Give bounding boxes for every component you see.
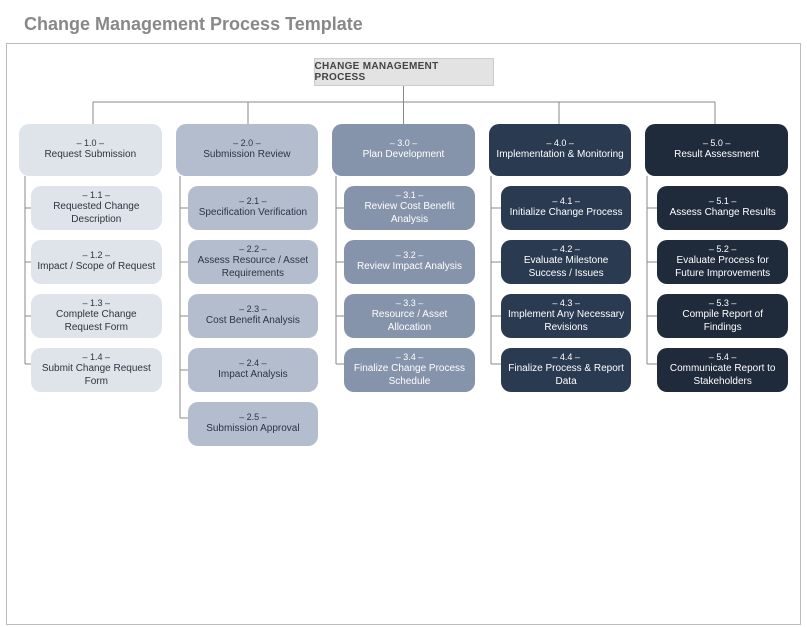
column-3: – 3.0 – Plan Development – 3.1 – Review … [332,124,475,446]
columns-container: – 1.0 – Request Submission – 1.1 – Reque… [19,124,788,446]
node-4-3: – 4.3 – Implement Any Necessary Revision… [501,294,632,338]
node-label: Initialize Change Process [510,207,623,220]
node-3-4: – 3.4 – Finalize Change Process Schedule [344,348,475,392]
node-label: Specification Verification [199,207,307,220]
node-number: – 5.3 – [709,298,737,309]
column-1: – 1.0 – Request Submission – 1.1 – Reque… [19,124,162,446]
node-number: – 2.4 – [239,358,267,369]
node-5-1: – 5.1 – Assess Change Results [657,186,788,230]
node-label: Evaluate Milestone Success / Issues [507,255,626,280]
node-2-2: – 2.2 – Assess Resource / Asset Requirem… [188,240,319,284]
node-number: – 3.2 – [396,250,424,261]
node-number: – 3.0 – [390,138,418,149]
node-number: – 2.3 – [239,304,267,315]
node-4-1: – 4.1 – Initialize Change Process [501,186,632,230]
node-label: Requested Change Description [37,201,156,226]
node-label: Finalize Process & Report Data [507,363,626,388]
node-3-3: – 3.3 – Resource / Asset Allocation [344,294,475,338]
node-number: – 2.1 – [239,196,267,207]
node-number: – 1.4 – [83,352,111,363]
column-header-1: – 1.0 – Request Submission [19,124,162,176]
node-label: Finalize Change Process Schedule [350,363,469,388]
node-number: – 2.2 – [239,244,267,255]
column-header-5: – 5.0 – Result Assessment [645,124,788,176]
node-label: Request Submission [44,149,136,162]
node-4-2: – 4.2 – Evaluate Milestone Success / Iss… [501,240,632,284]
node-label: Resource / Asset Allocation [350,309,469,334]
node-number: – 4.1 – [552,196,580,207]
node-1-1: – 1.1 – Requested Change Description [31,186,162,230]
root-node: CHANGE MANAGEMENT PROCESS [314,58,494,86]
node-label: Assess Resource / Asset Requirements [194,255,313,280]
node-number: – 5.2 – [709,244,737,255]
node-label: Review Impact Analysis [357,261,462,274]
node-number: – 3.3 – [396,298,424,309]
node-5-2: – 5.2 – Evaluate Process for Future Impr… [657,240,788,284]
node-5-3: – 5.3 – Compile Report of Findings [657,294,788,338]
node-3-2: – 3.2 – Review Impact Analysis [344,240,475,284]
node-label: Impact Analysis [218,369,287,382]
node-number: – 1.0 – [77,138,105,149]
node-label: Plan Development [363,149,445,162]
node-1-2: – 1.2 – Impact / Scope of Request [31,240,162,284]
node-2-3: – 2.3 – Cost Benefit Analysis [188,294,319,338]
node-number: – 5.0 – [703,138,731,149]
node-label: Impact / Scope of Request [37,261,155,274]
node-2-4: – 2.4 – Impact Analysis [188,348,319,392]
diagram-frame: CHANGE MANAGEMENT PROCESS [6,43,801,625]
node-1-4: – 1.4 – Submit Change Request Form [31,348,162,392]
node-number: – 1.3 – [83,298,111,309]
page-title: Change Management Process Template [24,14,805,35]
node-label: Implementation & Monitoring [496,149,623,162]
node-number: – 5.4 – [709,352,737,363]
node-2-1: – 2.1 – Specification Verification [188,186,319,230]
node-number: – 4.3 – [552,298,580,309]
node-label: Submission Review [203,149,290,162]
node-number: – 5.1 – [709,196,737,207]
node-4-4: – 4.4 – Finalize Process & Report Data [501,348,632,392]
node-label: Assess Change Results [670,207,776,220]
node-label: Evaluate Process for Future Improvements [663,255,782,280]
node-number: – 1.1 – [83,190,111,201]
node-2-5: – 2.5 – Submission Approval [188,402,319,446]
column-5: – 5.0 – Result Assessment – 5.1 – Assess… [645,124,788,446]
node-label: Cost Benefit Analysis [206,315,300,328]
column-header-4: – 4.0 – Implementation & Monitoring [489,124,632,176]
node-number: – 4.2 – [552,244,580,255]
node-label: Submission Approval [206,423,299,436]
node-number: – 2.0 – [233,138,261,149]
column-header-3: – 3.0 – Plan Development [332,124,475,176]
node-number: – 4.0 – [546,138,574,149]
node-3-1: – 3.1 – Review Cost Benefit Analysis [344,186,475,230]
node-5-4: – 5.4 – Communicate Report to Stakeholde… [657,348,788,392]
node-label: Compile Report of Findings [663,309,782,334]
node-number: – 4.4 – [552,352,580,363]
node-1-3: – 1.3 – Complete Change Request Form [31,294,162,338]
node-label: Communicate Report to Stakeholders [663,363,782,388]
node-label: Review Cost Benefit Analysis [350,201,469,226]
node-label: Result Assessment [674,149,759,162]
node-number: – 2.5 – [239,412,267,423]
node-number: – 3.1 – [396,190,424,201]
node-number: – 3.4 – [396,352,424,363]
node-label: Implement Any Necessary Revisions [507,309,626,334]
node-label: Submit Change Request Form [37,363,156,388]
column-4: – 4.0 – Implementation & Monitoring – 4.… [489,124,632,446]
column-2: – 2.0 – Submission Review – 2.1 – Specif… [176,124,319,446]
node-number: – 1.2 – [83,250,111,261]
column-header-2: – 2.0 – Submission Review [176,124,319,176]
node-label: Complete Change Request Form [37,309,156,334]
